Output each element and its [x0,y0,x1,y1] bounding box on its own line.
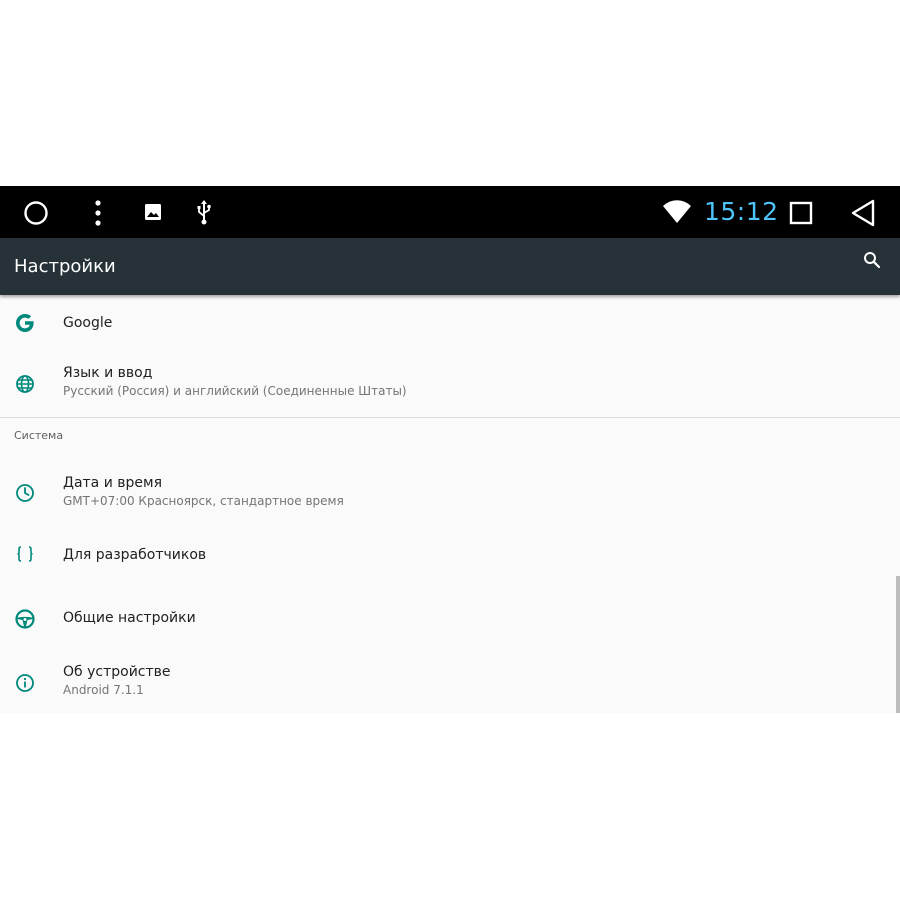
google-icon [13,311,37,335]
device-screen: 15:12 Настройки Google Язык и ввод Русск… [0,186,900,713]
settings-item-title: Google [63,315,113,331]
settings-item-title: Для разработчиков [63,547,207,563]
settings-item-about-device[interactable]: Об устройстве Android 7.1.1 [0,650,895,713]
section-divider [0,417,900,418]
settings-item-summary: Android 7.1.1 [63,683,144,697]
recents-square-icon[interactable] [789,201,813,225]
usb-icon [196,198,212,226]
developer-braces-icon [13,542,37,566]
wifi-icon [662,200,692,224]
settings-item-date-time[interactable]: Дата и время GMT+07:00 Красноярск, станд… [0,455,895,525]
page-title: Настройки [14,256,116,277]
settings-item-developer-options[interactable]: Для разработчиков [0,525,895,587]
settings-item-title: Язык и ввод [63,365,153,381]
clock-icon [13,481,37,505]
image-icon [144,203,162,221]
steering-wheel-icon [13,607,37,631]
info-icon [13,671,37,695]
status-clock: 15:12 [704,197,779,226]
app-bar: Настройки [0,238,900,295]
settings-item-summary: Русский (Россия) и английский (Соединенн… [63,384,407,398]
settings-item-title: Общие настройки [63,610,196,626]
back-triangle-icon[interactable] [850,199,876,227]
page: 15:12 Настройки Google Язык и ввод Русск… [0,0,900,900]
category-header-system: Система [14,429,64,442]
settings-item-title: Дата и время [63,475,162,491]
settings-item-general-settings[interactable]: Общие настройки [0,587,895,650]
list-scrollbar[interactable] [896,576,900,713]
status-bar: 15:12 [0,186,900,238]
settings-item-google[interactable]: Google [0,295,895,351]
search-button[interactable] [860,248,884,272]
settings-item-summary: GMT+07:00 Красноярск, стандартное время [63,494,344,508]
settings-item-title: Об устройстве [63,664,171,680]
settings-item-language[interactable]: Язык и ввод Русский (Россия) и английски… [0,351,895,417]
globe-icon [13,372,37,396]
search-icon [863,251,881,269]
home-circle-icon[interactable] [23,200,49,226]
overflow-menu-icon[interactable] [90,199,106,227]
